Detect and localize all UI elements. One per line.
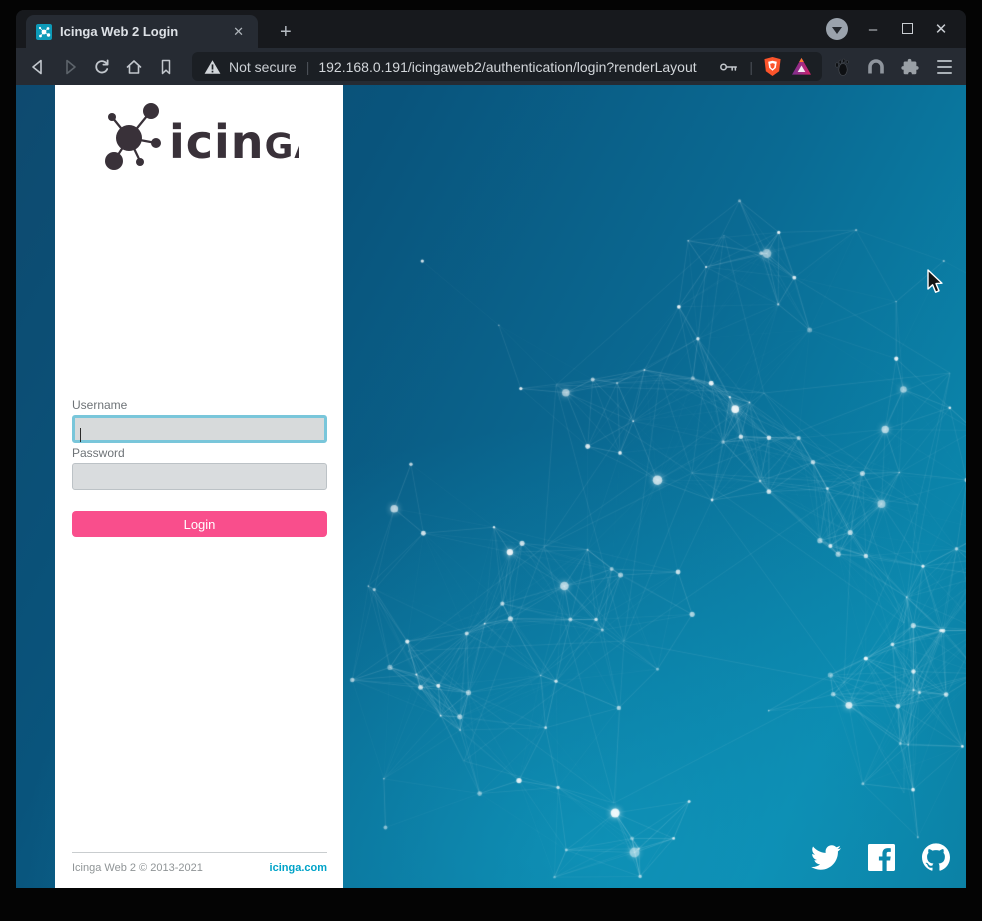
- address-bar[interactable]: Not secure | 192.168.0.191/icingaweb2/au…: [192, 52, 822, 81]
- password-input[interactable]: [72, 463, 327, 490]
- text-caret: [80, 428, 81, 442]
- icinga-com-link[interactable]: icinga.com: [270, 862, 327, 874]
- tab-close-icon[interactable]: ✕: [227, 22, 250, 42]
- arc-extension-button[interactable]: [864, 55, 888, 79]
- puzzle-icon: [900, 57, 920, 77]
- login-form: Username Password Login: [72, 398, 327, 537]
- profile-badge[interactable]: [826, 18, 848, 40]
- omnibox-divider-2: |: [749, 59, 753, 75]
- extensions-button[interactable]: [898, 55, 922, 79]
- twitter-icon[interactable]: [811, 845, 841, 870]
- home-button[interactable]: [122, 55, 146, 79]
- svg-text:icinGA: icinGA: [169, 115, 299, 169]
- login-footer: Icinga Web 2 © 2013-2021 icinga.com: [72, 852, 327, 874]
- reload-icon: [92, 57, 112, 77]
- new-tab-button[interactable]: +: [274, 22, 298, 42]
- home-icon: [124, 57, 144, 77]
- browser-menu-button[interactable]: [932, 55, 956, 79]
- tab-title: Icinga Web 2 Login: [60, 24, 227, 39]
- gnome-extension-button[interactable]: [830, 55, 854, 79]
- key-icon[interactable]: [719, 59, 739, 75]
- back-button[interactable]: [26, 55, 50, 79]
- browser-window: Icinga Web 2 Login ✕ + – ✕ Not secu: [16, 10, 966, 888]
- browser-toolbar: Not secure | 192.168.0.191/icingaweb2/au…: [16, 48, 966, 85]
- mouse-cursor: [926, 269, 950, 297]
- gnome-foot-icon: [832, 57, 852, 77]
- facebook-icon[interactable]: [868, 844, 895, 871]
- password-label: Password: [72, 446, 327, 460]
- brave-shield-icon[interactable]: [763, 56, 782, 77]
- tab-icinga-login[interactable]: Icinga Web 2 Login ✕: [26, 15, 258, 48]
- caret-down-icon: [832, 27, 842, 34]
- logo-text-caps: GA: [265, 127, 299, 167]
- bookmark-button[interactable]: [154, 55, 178, 79]
- icinga-favicon-icon: [36, 24, 52, 40]
- username-label: Username: [72, 398, 327, 412]
- reload-button[interactable]: [90, 55, 114, 79]
- login-button[interactable]: Login: [72, 511, 327, 537]
- forward-arrow-icon: [60, 57, 80, 77]
- warning-triangle-icon: [204, 59, 221, 75]
- security-label[interactable]: Not secure: [229, 59, 297, 75]
- username-input[interactable]: [72, 415, 327, 443]
- page-viewport: icinGA Username Password Login Icinga We…: [16, 85, 966, 888]
- login-panel: icinGA Username Password Login Icinga We…: [55, 85, 343, 888]
- bookmark-icon: [156, 57, 176, 77]
- omnibox-divider: |: [306, 59, 310, 75]
- hamburger-icon: [937, 60, 952, 62]
- icinga-logo: icinGA: [99, 98, 299, 177]
- forward-button[interactable]: [58, 55, 82, 79]
- bat-triangle-icon[interactable]: [791, 57, 812, 76]
- back-arrow-icon: [28, 57, 48, 77]
- logo-text-main: icin: [169, 115, 265, 169]
- window-close-button[interactable]: ✕: [932, 22, 950, 37]
- maximize-icon: [902, 23, 913, 34]
- social-links: [811, 843, 950, 871]
- maximize-button[interactable]: [898, 22, 916, 37]
- url-text[interactable]: 192.168.0.191/icingaweb2/authentication/…: [318, 59, 719, 75]
- copyright-text: Icinga Web 2 © 2013-2021: [72, 862, 203, 874]
- tab-strip: Icinga Web 2 Login ✕ + – ✕: [16, 10, 966, 48]
- minimize-button[interactable]: –: [864, 22, 882, 37]
- arc-icon: [866, 57, 886, 77]
- github-icon[interactable]: [922, 843, 950, 871]
